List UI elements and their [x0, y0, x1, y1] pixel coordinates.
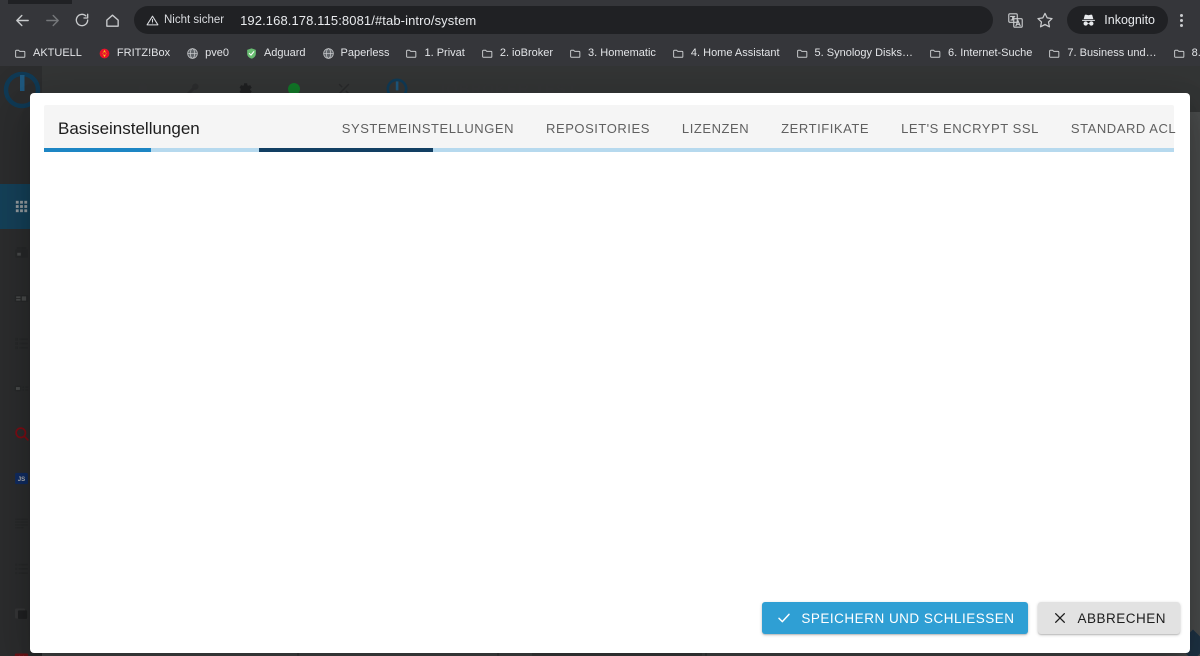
bookmark-6-internet-suche[interactable]: 6. Internet-Suche [921, 42, 1040, 64]
tab-standard-acl[interactable]: STANDARD ACL [1055, 105, 1190, 152]
folder-icon [1173, 49, 1184, 58]
incognito-hat-icon [1082, 14, 1096, 26]
bookmark-1-privat[interactable]: 1. Privat [397, 42, 472, 64]
translate-button[interactable] [1001, 6, 1029, 34]
save-and-close-button[interactable]: SPEICHERN UND SCHLIESSEN [762, 602, 1029, 634]
bookmark-2-iobroker[interactable]: 2. ioBroker [473, 42, 561, 64]
bookmark-label: pve0 [205, 47, 229, 59]
dialog-actions: SPEICHERN UND SCHLIESSEN ABBRECHEN [30, 593, 1190, 653]
incognito-indicator[interactable]: Inkognito [1067, 6, 1168, 34]
bookmark-label: 6. Internet-Suche [947, 47, 1033, 59]
folder-icon [481, 49, 493, 58]
globe-icon [322, 47, 334, 59]
cancel-button[interactable]: ABBRECHEN [1038, 602, 1180, 634]
folder-icon [1049, 49, 1060, 58]
toolbar-actions: Inkognito [1001, 6, 1192, 34]
bookmark-paperless[interactable]: Paperless [314, 42, 398, 64]
bookmark-7-business-und[interactable]: 7. Business und… [1040, 42, 1164, 64]
cancel-label: ABBRECHEN [1077, 610, 1166, 626]
tab-indicator-basiseinstellungen [44, 148, 151, 152]
forward-button[interactable] [38, 6, 66, 34]
folder-icon [673, 49, 684, 58]
omnibox-url[interactable]: 192.168.178.115:8081/#tab-intro/system [240, 13, 476, 28]
bookmark-label: 8. Medien [1191, 47, 1200, 59]
omnibox[interactable]: Nicht sicher 192.168.178.115:8081/#tab-i… [134, 6, 994, 34]
bookmark-star-button[interactable] [1031, 6, 1059, 34]
reload-icon [75, 13, 89, 27]
star-icon [1037, 12, 1053, 28]
back-button[interactable] [8, 6, 36, 34]
tabbar-rail [44, 148, 1174, 152]
folder-icon [15, 49, 26, 58]
adguard-shield-icon [247, 47, 256, 59]
reload-button[interactable] [68, 6, 96, 34]
tab-lets-encrypt-ssl[interactable]: LET'S ENCRYPT SSL [885, 105, 1055, 152]
arrow-right-icon [45, 14, 59, 26]
bookmark-pve0[interactable]: pve0 [178, 42, 237, 64]
tab-lizenzen[interactable]: LIZENZEN [666, 105, 765, 152]
home-button[interactable] [98, 6, 126, 34]
check-icon [778, 613, 791, 623]
dialog-tabbar: Basiseinstellungen SYSTEMEINSTELLUNGEN R… [44, 105, 1176, 152]
close-x-icon [1055, 613, 1066, 623]
bookmark-5-synology-disks[interactable]: 5. Synology Disks… [788, 42, 921, 64]
save-and-close-label: SPEICHERN UND SCHLIESSEN [801, 610, 1015, 626]
globe-icon [187, 47, 198, 59]
browser-toolbar: Nicht sicher 192.168.178.115:8081/#tab-i… [0, 0, 1200, 40]
arrow-left-icon [15, 14, 29, 26]
bookmark-8-medien[interactable]: 8. Medien [1165, 42, 1200, 64]
bookmark-label: FRITZ!Box [116, 47, 171, 59]
translate-icon [1007, 12, 1023, 28]
system-settings-dialog: Basiseinstellungen SYSTEMEINSTELLUNGEN R… [30, 93, 1190, 653]
browser-menu-button[interactable] [1170, 6, 1192, 34]
bookmark-label: 1. Privat [424, 47, 465, 59]
bookmark-label: 5. Synology Disks… [814, 47, 913, 59]
bookmarks-bar: AKTUELL FRITZ!Box pve0 Adguard Paperless… [0, 40, 1200, 66]
bookmark-label: 3. Homematic [588, 47, 656, 59]
security-status-label: Nicht sicher [164, 14, 225, 26]
bookmark-label: Adguard [263, 47, 306, 59]
browser-tab-stub[interactable] [8, 0, 72, 4]
bookmark-adguard[interactable]: Adguard [237, 42, 314, 64]
folder-icon [796, 49, 807, 58]
bookmark-3-homematic[interactable]: 3. Homematic [561, 42, 664, 64]
bookmark-4-home-assistant[interactable]: 4. Home Assistant [664, 42, 788, 64]
folder-icon [570, 49, 581, 58]
bookmark-label: 4. Home Assistant [690, 47, 780, 59]
security-status-chip[interactable]: Nicht sicher [140, 9, 232, 31]
kebab-menu-icon [1179, 18, 1183, 22]
browser-window: Nicht sicher 192.168.178.115:8081/#tab-i… [0, 0, 1200, 656]
bookmark-fritzbox[interactable]: FRITZ!Box [90, 42, 178, 64]
tab-zertifikate[interactable]: ZERTIFIKATE [765, 105, 885, 152]
dialog-content [30, 152, 1190, 593]
bookmark-label: 2. ioBroker [499, 47, 554, 59]
bookmark-label: AKTUELL [33, 47, 82, 59]
tab-repositories[interactable]: REPOSITORIES [530, 105, 666, 152]
bookmark-aktuell[interactable]: AKTUELL [6, 42, 90, 64]
folder-icon [930, 49, 941, 58]
folder-icon [406, 49, 417, 58]
bookmark-label: 7. Business und… [1067, 47, 1157, 59]
tab-indicator-active [259, 148, 433, 152]
fritzbox-icon [99, 48, 110, 58]
tab-basiseinstellungen[interactable]: Basiseinstellungen [44, 105, 216, 152]
warning-triangle-icon [146, 15, 159, 25]
home-icon [105, 14, 119, 27]
incognito-label: Inkognito [1104, 13, 1155, 27]
bookmark-label: Paperless [340, 47, 390, 59]
tab-systemeinstellungen[interactable]: SYSTEMEINSTELLUNGEN [326, 105, 530, 152]
